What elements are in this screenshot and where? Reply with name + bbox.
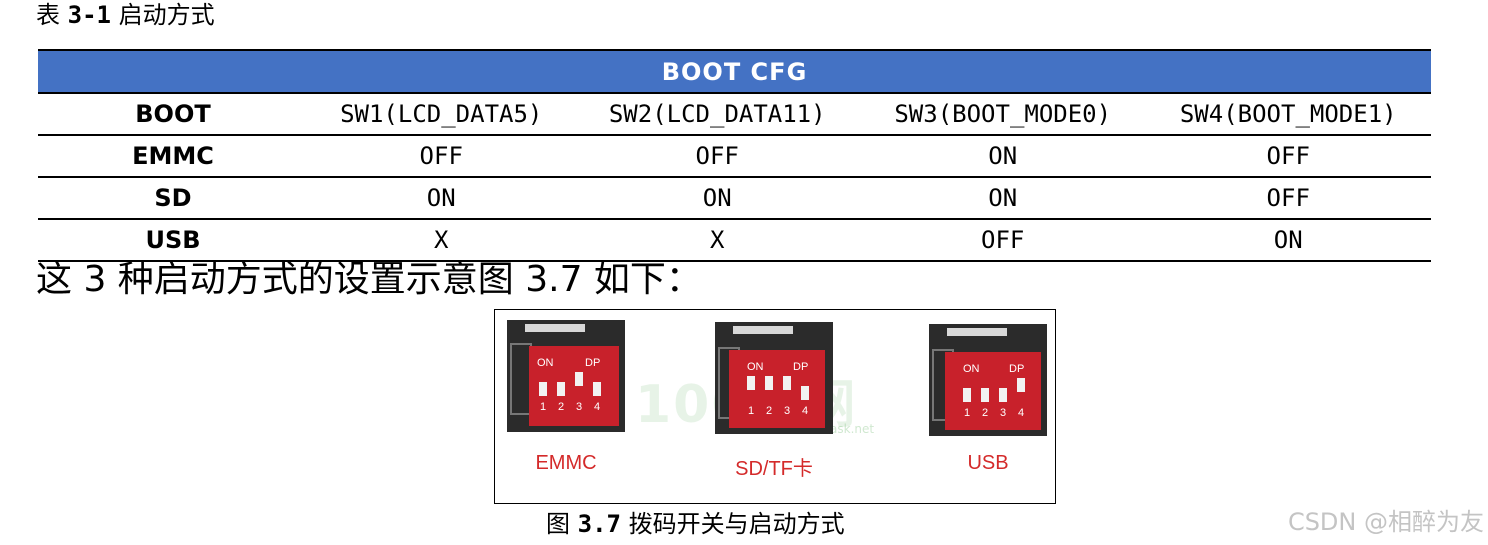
header-sw2: SW2(LCD_DATA11) — [574, 93, 860, 136]
switch-dp-text: DP — [585, 357, 600, 369]
band-title: BOOT CFG — [38, 49, 1431, 94]
cell: ON — [859, 135, 1146, 178]
switch-number: 2 — [766, 405, 772, 417]
table-caption: 表 3-1 启动方式 — [36, 0, 215, 30]
table-row: EMMC OFF OFF ON OFF — [38, 135, 1431, 178]
table-row: SD ON ON ON OFF — [38, 177, 1431, 220]
header-boot: BOOT — [38, 93, 308, 136]
table-header-row: BOOT SW1(LCD_DATA5) SW2(LCD_DATA11) SW3(… — [38, 93, 1431, 136]
switch-dp-text: DP — [793, 361, 808, 373]
header-sw3: SW3(BOOT_MODE0) — [859, 93, 1146, 136]
switch-number: 3 — [1000, 407, 1006, 419]
row-label-usb: USB — [38, 219, 308, 262]
switch-on-text: ON — [537, 357, 554, 369]
table-caption-prefix: 表 — [36, 1, 60, 29]
dip-switch-photo-sd: ON DP 1 2 3 4 — [715, 322, 833, 434]
figure-caption: 图 3.7 拨码开关与启动方式 — [546, 506, 845, 542]
switch-number: 3 — [784, 405, 790, 417]
switch-number: 3 — [576, 401, 582, 413]
figure-caption-title: 拨码开关与启动方式 — [628, 510, 845, 538]
switch-number: 4 — [1018, 407, 1024, 419]
cell: OFF — [1145, 177, 1431, 220]
header-sw1: SW1(LCD_DATA5) — [308, 93, 575, 136]
table-caption-title: 启动方式 — [118, 1, 215, 29]
switch-label-emmc: EMMC — [535, 452, 597, 474]
switch-number: 2 — [982, 407, 988, 419]
row-label-emmc: EMMC — [38, 135, 308, 178]
table-caption-number: 3-1 — [67, 1, 111, 29]
figure-box: 100问网 www.100ask.net ON DP 1 2 3 4 EMMC … — [494, 309, 1056, 504]
figure-caption-prefix: 图 — [546, 510, 570, 538]
boot-config-table: BOOT CFG BOOT SW1(LCD_DATA5) SW2(LCD_DAT… — [38, 49, 1431, 262]
corner-watermark: CSDN @相醉为友 — [1287, 508, 1484, 536]
table-band-row: BOOT CFG — [38, 49, 1431, 94]
switch-number: 1 — [748, 405, 754, 417]
table-row: USB X X OFF ON — [38, 219, 1431, 262]
switch-number: 2 — [558, 401, 564, 413]
switch-number: 4 — [802, 405, 808, 417]
switch-label-sd: SD/TF卡 — [735, 458, 813, 480]
cell: OFF — [308, 135, 575, 178]
cell: ON — [1145, 219, 1431, 262]
switch-label-usb: USB — [967, 452, 1009, 474]
cell: X — [308, 219, 575, 262]
cell: OFF — [859, 219, 1146, 262]
switch-number: 4 — [594, 401, 600, 413]
figure-caption-number: 3.7 — [577, 510, 621, 538]
switch-dp-text: DP — [1009, 363, 1024, 375]
switch-number: 1 — [540, 401, 546, 413]
cell: ON — [308, 177, 575, 220]
dip-switch-photo-usb: ON DP 1 2 3 4 — [929, 324, 1047, 436]
switch-on-text: ON — [747, 361, 764, 373]
cell: X — [574, 219, 860, 262]
switch-number: 1 — [964, 407, 970, 419]
body-sentence: 这 3 种启动方式的设置示意图 3.7 如下： — [36, 259, 702, 300]
header-sw4: SW4(BOOT_MODE1) — [1145, 93, 1431, 136]
cell: OFF — [1145, 135, 1431, 178]
cell: ON — [859, 177, 1146, 220]
cell: ON — [574, 177, 860, 220]
dip-switch-photo-emmc: ON DP 1 2 3 4 — [507, 320, 625, 432]
switch-on-text: ON — [963, 363, 980, 375]
row-label-sd: SD — [38, 177, 308, 220]
cell: OFF — [574, 135, 860, 178]
